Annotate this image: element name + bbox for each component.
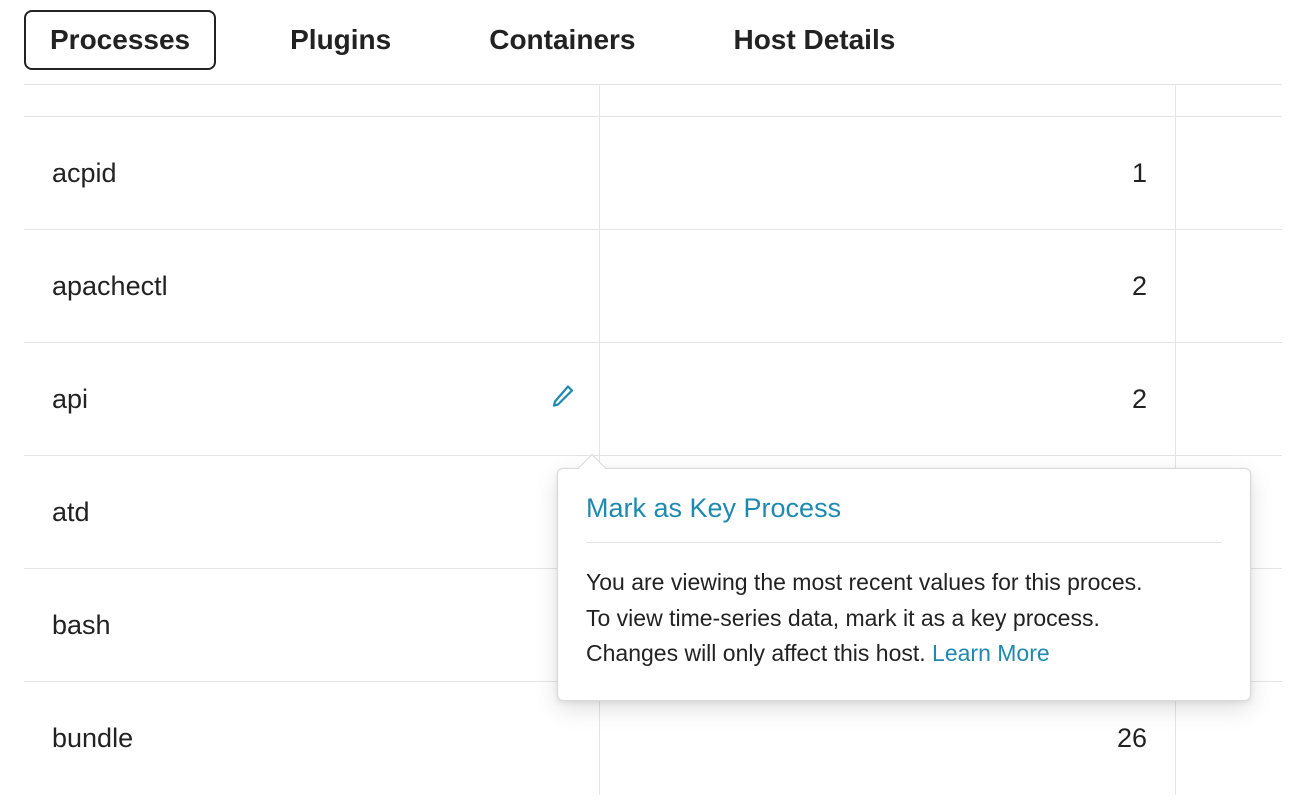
process-name: acpid: [52, 158, 117, 189]
key-process-popover: Mark as Key Process You are viewing the …: [557, 468, 1251, 701]
process-name: api: [52, 384, 88, 415]
tab-plugins[interactable]: Plugins: [266, 12, 415, 68]
table-header-space: [24, 85, 1282, 117]
tab-containers[interactable]: Containers: [465, 12, 659, 68]
mark-key-process-link[interactable]: Mark as Key Process: [586, 493, 1222, 543]
process-name: bash: [52, 610, 111, 641]
process-count: 2: [1132, 271, 1147, 302]
tab-host-details[interactable]: Host Details: [709, 12, 919, 68]
process-count: 2: [1132, 384, 1147, 415]
learn-more-link[interactable]: Learn More: [932, 640, 1050, 666]
process-name: apachectl: [52, 271, 168, 302]
table-row[interactable]: api 2: [24, 343, 1282, 456]
process-name: atd: [52, 497, 90, 528]
popover-text-line3: Changes will only affect this host.: [586, 640, 932, 666]
tabs-bar: Processes Plugins Containers Host Detail…: [0, 0, 1306, 84]
process-count: 26: [1117, 723, 1147, 754]
edit-icon[interactable]: [551, 384, 575, 415]
tab-processes[interactable]: Processes: [24, 10, 216, 70]
process-name: bundle: [52, 723, 133, 754]
table-row[interactable]: apachectl 2: [24, 230, 1282, 343]
popover-text-line1: You are viewing the most recent values f…: [586, 569, 1143, 595]
process-count: 1: [1132, 158, 1147, 189]
table-row[interactable]: acpid 1: [24, 117, 1282, 230]
popover-body: You are viewing the most recent values f…: [586, 565, 1222, 672]
popover-text-line2: To view time-series data, mark it as a k…: [586, 605, 1100, 631]
